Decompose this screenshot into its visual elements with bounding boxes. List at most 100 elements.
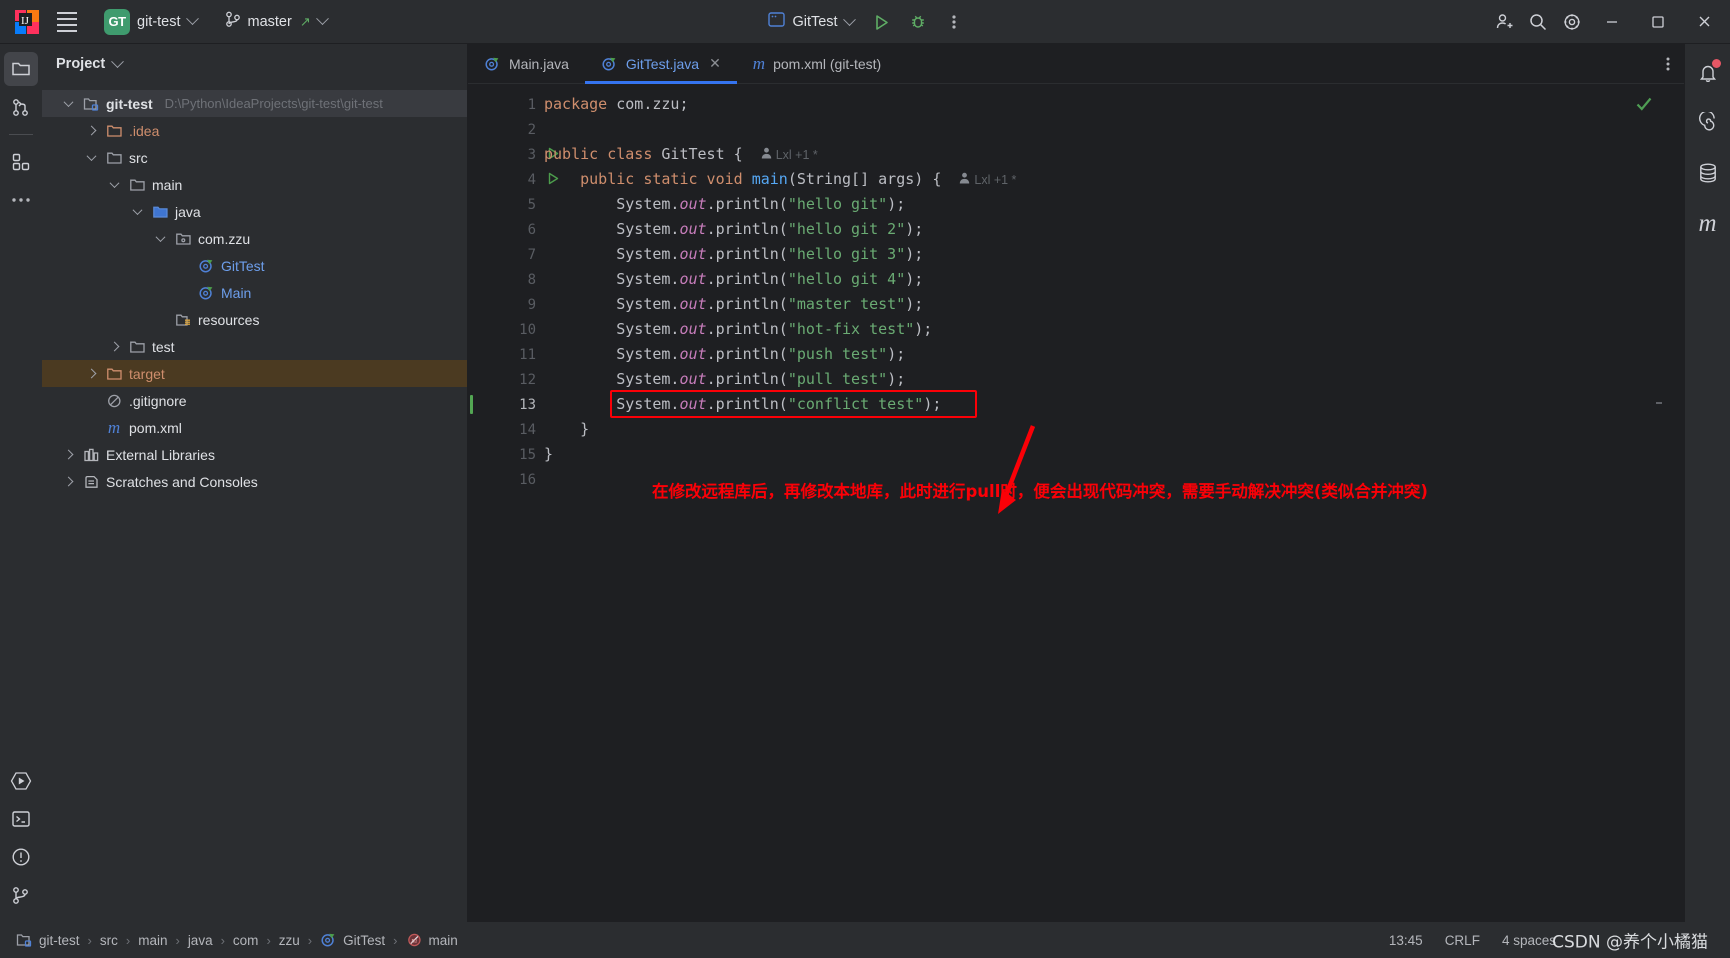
vcs-change-marker[interactable]: [470, 395, 473, 414]
code-line[interactable]: System.out.println("master test");: [544, 292, 1684, 317]
gutter-line[interactable]: 11: [468, 342, 544, 367]
editor-tabs-more-button[interactable]: [1652, 44, 1684, 83]
more-actions-button[interactable]: [938, 6, 970, 38]
code-content[interactable]: 在修改远程库后，再修改本地库，此时进行pull时，便会出现代码冲突，需要手动解决…: [544, 84, 1684, 922]
caret-time[interactable]: 13:45: [1389, 933, 1423, 948]
maximize-button[interactable]: [1636, 1, 1680, 43]
gutter-line[interactable]: 10: [468, 317, 544, 342]
tree-item-target[interactable]: target: [42, 360, 467, 387]
settings-button[interactable]: [1556, 6, 1588, 38]
run-button[interactable]: [866, 6, 898, 38]
tree-item-src[interactable]: src: [42, 144, 467, 171]
chevron-down-icon[interactable]: [60, 97, 76, 108]
project-selector[interactable]: GT git-test: [96, 4, 205, 40]
tree-item-gittest[interactable]: GitTest: [42, 252, 467, 279]
gutter-line[interactable]: 13: [468, 392, 544, 417]
sidebar-item-version-control[interactable]: [4, 878, 38, 912]
code-line[interactable]: package com.zzu;: [544, 92, 1684, 117]
indent-setting[interactable]: 4 spaces: [1502, 933, 1556, 948]
chevron-right-icon[interactable]: [60, 476, 76, 487]
breadcrumb-item-zzu[interactable]: zzu: [277, 933, 302, 948]
close-icon[interactable]: ✕: [709, 55, 721, 72]
tree-item-resources[interactable]: resources: [42, 306, 467, 333]
gutter-line[interactable]: 14: [468, 417, 544, 442]
sidebar-item-more-tools[interactable]: [4, 183, 38, 217]
inspection-status-widget[interactable]: [1634, 94, 1654, 119]
gutter-line[interactable]: 7: [468, 242, 544, 267]
search-everywhere-button[interactable]: [1522, 6, 1554, 38]
close-button[interactable]: [1682, 1, 1726, 43]
scrollbar-marker[interactable]: [1656, 402, 1662, 404]
code-line[interactable]: System.out.println("push test");: [544, 342, 1684, 367]
tree-item-com-zzu[interactable]: com.zzu: [42, 225, 467, 252]
gutter-line[interactable]: 15: [468, 442, 544, 467]
sidebar-item-terminal[interactable]: [4, 802, 38, 836]
chevron-right-icon[interactable]: [106, 341, 122, 352]
sidebar-item-database[interactable]: [1691, 156, 1725, 190]
code-line[interactable]: System.out.println("hello git");: [544, 192, 1684, 217]
sidebar-item-commit[interactable]: [4, 90, 38, 124]
tree-item-java[interactable]: java: [42, 198, 467, 225]
code-line[interactable]: System.out.println("hot-fix test");: [544, 317, 1684, 342]
sidebar-item-maven[interactable]: m: [1691, 206, 1725, 240]
tree-item-main[interactable]: Main: [42, 279, 467, 306]
editor-tab-gittest-java[interactable]: GitTest.java ✕: [584, 44, 737, 84]
code-line[interactable]: System.out.println("hello git 2");: [544, 217, 1684, 242]
gutter-line[interactable]: 3: [468, 142, 559, 167]
tree-item-external-libraries[interactable]: External Libraries: [42, 441, 467, 468]
sidebar-item-structure[interactable]: [4, 145, 38, 179]
breadcrumb-item-com[interactable]: com: [231, 933, 261, 948]
editor-tab-pom-xml-git-test-[interactable]: m pom.xml (git-test): [737, 44, 897, 83]
chevron-down-icon[interactable]: [111, 54, 125, 68]
sidebar-item-project[interactable]: [4, 52, 38, 86]
chevron-down-icon[interactable]: [106, 178, 122, 189]
tree-item-git-test[interactable]: git-test D:\Python\IdeaProjects\git-test\…: [42, 90, 467, 117]
breadcrumb-item-git-test[interactable]: git-test: [14, 932, 82, 948]
tree-item-test[interactable]: test: [42, 333, 467, 360]
editor-gutter[interactable]: 1 2 3 4 5 6 7 8 9 10 11 12 13 14 15 16: [468, 84, 559, 922]
gutter-line[interactable]: 8: [468, 267, 544, 292]
breadcrumb-item-main[interactable]: main: [136, 933, 169, 948]
breadcrumb-item-src[interactable]: src: [98, 933, 120, 948]
gutter-line[interactable]: 16: [468, 467, 544, 492]
code-line[interactable]: }: [544, 442, 1684, 467]
line-separator[interactable]: CRLF: [1445, 933, 1480, 948]
chevron-right-icon[interactable]: [83, 125, 99, 136]
editor-tab-main-java[interactable]: Main.java: [468, 44, 585, 83]
code-line[interactable]: System.out.println("conflict test");: [544, 392, 1684, 417]
chevron-right-icon[interactable]: [60, 449, 76, 460]
tree-item--idea[interactable]: .idea: [42, 117, 467, 144]
gutter-line[interactable]: 12: [468, 367, 544, 392]
minimize-button[interactable]: [1590, 1, 1634, 43]
tree-item-pom-xml[interactable]: m pom.xml: [42, 414, 467, 441]
code-line[interactable]: public static void main(String[] args) {…: [544, 167, 1684, 192]
sidebar-item-run[interactable]: [4, 764, 38, 798]
branch-selector[interactable]: master ↗: [217, 6, 335, 38]
chevron-down-icon[interactable]: [83, 151, 99, 162]
hamburger-menu-icon[interactable]: [50, 5, 84, 39]
sidebar-item-ai-assistant[interactable]: [1691, 106, 1725, 140]
run-configuration-selector[interactable]: GitTest: [760, 7, 861, 37]
gutter-line[interactable]: 6: [468, 217, 544, 242]
breadcrumb-item-gittest[interactable]: GitTest: [318, 932, 387, 948]
code-line[interactable]: System.out.println("hello git 3");: [544, 242, 1684, 267]
share-project-button[interactable]: [1488, 6, 1520, 38]
code-line[interactable]: }: [544, 417, 1684, 442]
debug-button[interactable]: [902, 6, 934, 38]
code-line[interactable]: System.out.println("hello git 4");: [544, 267, 1684, 292]
chevron-down-icon[interactable]: [129, 205, 145, 216]
chevron-right-icon[interactable]: [83, 368, 99, 379]
tree-item-main[interactable]: main: [42, 171, 467, 198]
chevron-down-icon[interactable]: [152, 232, 168, 243]
sidebar-item-notifications[interactable]: [1691, 56, 1725, 90]
tree-item-scratches-and-consoles[interactable]: Scratches and Consoles: [42, 468, 467, 495]
code-line[interactable]: public class GitTest { Lxl +1 *: [544, 142, 1684, 167]
gutter-line[interactable]: 2: [468, 117, 544, 142]
gutter-line[interactable]: 4: [468, 167, 559, 192]
code-line[interactable]: System.out.println("pull test");: [544, 367, 1684, 392]
tree-item--gitignore[interactable]: .gitignore: [42, 387, 467, 414]
gutter-line[interactable]: 1: [468, 92, 544, 117]
breadcrumb-item-java[interactable]: java: [186, 933, 215, 948]
gutter-line[interactable]: 5: [468, 192, 544, 217]
gutter-line[interactable]: 9: [468, 292, 544, 317]
